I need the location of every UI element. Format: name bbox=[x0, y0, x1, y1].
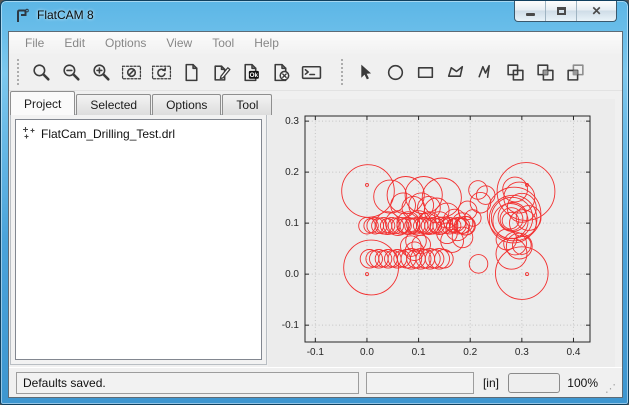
union-tool-icon bbox=[505, 62, 526, 83]
flatcam-logo-icon bbox=[14, 8, 30, 24]
tab-project[interactable]: Project bbox=[10, 91, 75, 115]
close-button[interactable]: ✕ bbox=[577, 1, 616, 21]
subtract-tool-button[interactable] bbox=[563, 59, 590, 86]
svg-text:0.1: 0.1 bbox=[285, 218, 299, 229]
open-project-icon bbox=[211, 62, 232, 83]
intersection-tool-icon bbox=[535, 62, 556, 83]
resize-grip[interactable]: ⋰ bbox=[605, 382, 616, 397]
svg-text:0.3: 0.3 bbox=[515, 347, 529, 358]
select-tool-button[interactable] bbox=[353, 59, 380, 86]
menu-help[interactable]: Help bbox=[244, 33, 289, 53]
circle-tool-icon bbox=[385, 62, 406, 83]
tabbar: Project Selected Options Tool bbox=[10, 91, 273, 115]
window-title: FlatCAM 8 bbox=[37, 8, 94, 22]
zoom-out-icon bbox=[61, 62, 82, 83]
tree-item-label: FlatCam_Drilling_Test.drl bbox=[41, 127, 175, 141]
plot-svg: -0.1 0.0 0.1 0.2 0.3 0.4 -0.1 0.0 0.1 0.2 0.3 bbox=[268, 99, 615, 367]
progress-percent: 100% bbox=[567, 376, 598, 390]
toolbar-drag-handle[interactable] bbox=[17, 59, 21, 85]
zoom-out-button[interactable] bbox=[59, 59, 86, 86]
delete-object-icon bbox=[271, 62, 292, 83]
svg-text:0.2: 0.2 bbox=[463, 347, 477, 358]
circle-tool-button[interactable] bbox=[383, 59, 410, 86]
tab-tool[interactable]: Tool bbox=[222, 94, 272, 115]
menu-view[interactable]: View bbox=[156, 33, 202, 53]
svg-text:0.0: 0.0 bbox=[285, 269, 299, 280]
close-icon: ✕ bbox=[591, 5, 601, 17]
svg-text:Ok: Ok bbox=[250, 72, 259, 79]
minimize-button[interactable] bbox=[515, 1, 546, 21]
project-panel: FlatCam_Drilling_Test.drl bbox=[10, 114, 267, 365]
svg-text:0.0: 0.0 bbox=[360, 347, 374, 358]
svg-text:0.4: 0.4 bbox=[567, 347, 581, 358]
path-tool-button[interactable] bbox=[473, 59, 500, 86]
menubar: File Edit Options View Tool Help bbox=[9, 32, 622, 54]
tab-selected[interactable]: Selected bbox=[76, 94, 151, 115]
menu-edit[interactable]: Edit bbox=[54, 33, 95, 53]
polygon-tool-button[interactable] bbox=[443, 59, 470, 86]
svg-text:-0.1: -0.1 bbox=[282, 320, 300, 331]
minimize-icon bbox=[526, 13, 535, 16]
subtract-tool-icon bbox=[565, 62, 586, 83]
zoom-in-icon bbox=[91, 62, 112, 83]
status-message: Defaults saved. bbox=[16, 372, 359, 394]
maximize-icon bbox=[557, 7, 566, 15]
project-tree[interactable]: FlatCam_Drilling_Test.drl bbox=[15, 119, 262, 360]
union-tool-button[interactable] bbox=[503, 59, 530, 86]
path-tool-icon bbox=[475, 62, 496, 83]
units-label: [in] bbox=[483, 376, 499, 390]
svg-text:-0.1: -0.1 bbox=[307, 347, 325, 358]
menu-file[interactable]: File bbox=[15, 33, 54, 53]
new-project-icon bbox=[181, 62, 202, 83]
flatcam-window: FlatCAM 8 ✕ File Edit Options View Tool … bbox=[0, 0, 629, 405]
maximize-button[interactable] bbox=[546, 1, 577, 21]
menu-options[interactable]: Options bbox=[95, 33, 156, 53]
clear-plot-icon bbox=[121, 62, 142, 83]
titlebar[interactable]: FlatCAM 8 ✕ bbox=[1, 1, 628, 31]
tree-item-drill-file[interactable]: FlatCam_Drilling_Test.drl bbox=[18, 124, 259, 144]
tab-options[interactable]: Options bbox=[152, 94, 221, 115]
polygon-tool-icon bbox=[445, 62, 466, 83]
new-project-button[interactable] bbox=[179, 59, 206, 86]
clear-plot-button[interactable] bbox=[119, 59, 146, 86]
intersection-tool-button[interactable] bbox=[533, 59, 560, 86]
svg-text:0.2: 0.2 bbox=[285, 167, 299, 178]
menu-tool[interactable]: Tool bbox=[202, 33, 244, 53]
window-controls: ✕ bbox=[514, 1, 617, 22]
progress-bar bbox=[508, 373, 560, 393]
toolbar: Ok bbox=[9, 54, 622, 91]
rectangle-tool-icon bbox=[415, 62, 436, 83]
status-secondary bbox=[366, 372, 474, 394]
svg-text:0.1: 0.1 bbox=[412, 347, 426, 358]
replot-icon bbox=[151, 62, 172, 83]
plot-canvas[interactable]: -0.1 0.0 0.1 0.2 0.3 0.4 -0.1 0.0 0.1 0.2 0.3 bbox=[268, 99, 615, 367]
select-tool-icon bbox=[355, 62, 376, 83]
open-project-button[interactable] bbox=[209, 59, 236, 86]
client-area: File Edit Options View Tool Help Ok bbox=[8, 31, 623, 398]
zoom-in-button[interactable] bbox=[89, 59, 116, 86]
toolbar-drag-handle[interactable] bbox=[341, 59, 345, 85]
svg-text:0.3: 0.3 bbox=[285, 116, 299, 127]
shell-icon bbox=[301, 62, 322, 83]
shell-button[interactable] bbox=[299, 59, 326, 86]
progress-fill bbox=[509, 374, 559, 392]
rectangle-tool-button[interactable] bbox=[413, 59, 440, 86]
delete-object-button[interactable] bbox=[269, 59, 296, 86]
zoom-fit-icon bbox=[31, 62, 52, 83]
replot-button[interactable] bbox=[149, 59, 176, 86]
save-project-icon: Ok bbox=[241, 62, 262, 83]
zoom-fit-button[interactable] bbox=[29, 59, 56, 86]
statusbar: Defaults saved. [in] 100% ⋰ bbox=[9, 367, 622, 397]
save-project-button[interactable]: Ok bbox=[239, 59, 266, 86]
drill-marks-icon bbox=[22, 126, 35, 142]
